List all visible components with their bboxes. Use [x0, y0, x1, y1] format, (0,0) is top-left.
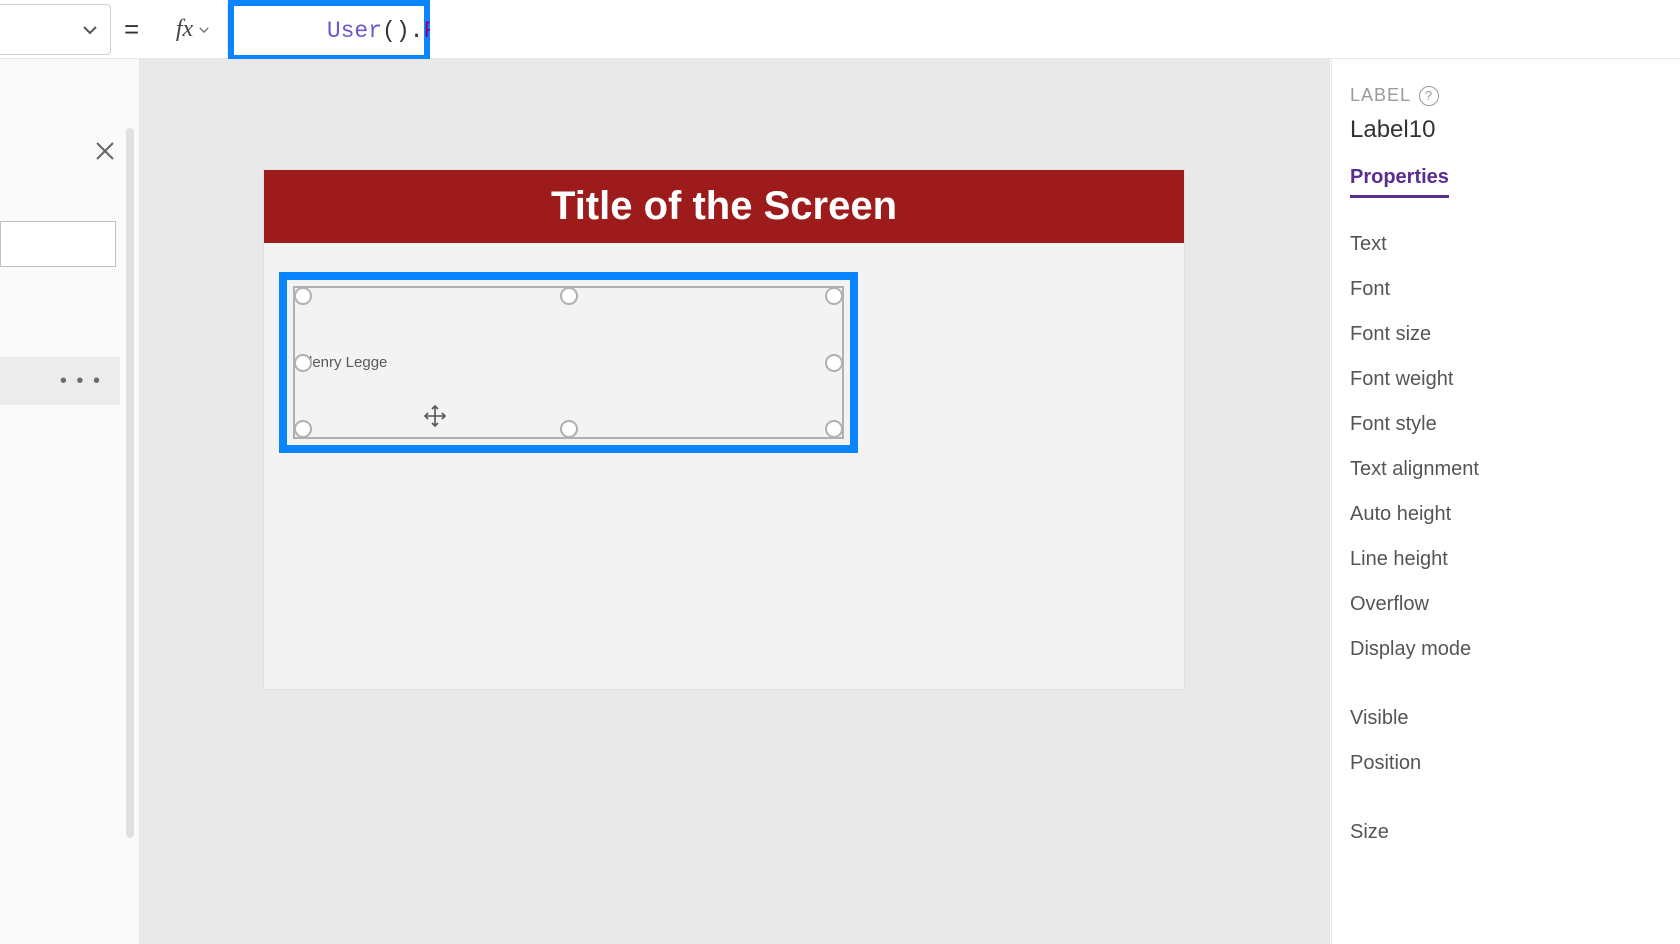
properties-list: Text Font Font size Font weight Font sty…: [1350, 222, 1680, 855]
panel-tabs: Properties: [1350, 166, 1680, 198]
tree-scrollbar[interactable]: [126, 128, 134, 838]
prop-overflow[interactable]: Overflow: [1350, 582, 1680, 627]
resize-handle-tl[interactable]: [294, 287, 312, 305]
resize-handle-tr[interactable]: [825, 287, 843, 305]
close-panel-button[interactable]: [88, 134, 122, 168]
canvas-area[interactable]: Title of the Screen lenry Legge: [140, 59, 1330, 944]
prop-position[interactable]: Position: [1350, 741, 1680, 786]
formula-bar-remainder[interactable]: [430, 4, 1680, 55]
formula-bar: = fx User().FullName: [0, 0, 1680, 59]
resize-handle-bm[interactable]: [560, 420, 578, 438]
prop-font-size[interactable]: Font size: [1350, 312, 1680, 357]
formula-token-parens: (): [382, 18, 410, 44]
panel-heading-row: LABEL ?: [1350, 85, 1680, 106]
resize-handle-mr[interactable]: [825, 354, 843, 372]
prop-text[interactable]: Text: [1350, 222, 1680, 267]
resize-handle-bl[interactable]: [294, 420, 312, 438]
prop-font[interactable]: Font: [1350, 267, 1680, 312]
tab-properties[interactable]: Properties: [1350, 166, 1449, 198]
prop-line-height[interactable]: Line height: [1350, 537, 1680, 582]
move-cursor-icon: [423, 404, 447, 428]
resize-handle-tm[interactable]: [560, 287, 578, 305]
prop-text-alignment[interactable]: Text alignment: [1350, 447, 1680, 492]
resize-handle-br[interactable]: [825, 420, 843, 438]
tree-search-input[interactable]: [0, 221, 116, 267]
resize-handle-ml[interactable]: [294, 354, 312, 372]
tree-view-panel: • • •: [0, 59, 140, 944]
formula-token-dot: .: [410, 18, 424, 44]
label-control[interactable]: lenry Legge: [293, 286, 844, 439]
chevron-down-icon: [80, 20, 100, 40]
tree-selected-row[interactable]: • • •: [0, 357, 120, 405]
prop-auto-height[interactable]: Auto height: [1350, 492, 1680, 537]
formula-token-user: User: [327, 18, 382, 44]
label-control-text: lenry Legge: [309, 354, 387, 371]
chevron-down-icon: [197, 23, 211, 37]
prop-font-style[interactable]: Font style: [1350, 402, 1680, 447]
help-icon[interactable]: ?: [1419, 86, 1439, 106]
close-icon: [93, 139, 117, 163]
prop-size[interactable]: Size: [1350, 810, 1680, 855]
screen-title-bar: Title of the Screen: [264, 170, 1184, 243]
screen-title-text: Title of the Screen: [551, 184, 897, 229]
prop-visible[interactable]: Visible: [1350, 696, 1680, 741]
prop-display-mode[interactable]: Display mode: [1350, 627, 1680, 672]
formula-input-highlight: User().FullName: [228, 0, 430, 61]
selected-label-highlight: lenry Legge: [279, 272, 858, 453]
fx-button[interactable]: fx: [160, 4, 228, 55]
fx-label: fx: [176, 16, 193, 43]
prop-font-weight[interactable]: Font weight: [1350, 357, 1680, 402]
properties-panel: LABEL ? Label10 Properties Text Font Fon…: [1331, 59, 1680, 944]
equals-sign: =: [124, 0, 139, 59]
panel-heading: LABEL: [1350, 85, 1411, 106]
property-dropdown[interactable]: [0, 4, 111, 55]
row-ellipsis: • • •: [60, 370, 102, 393]
selected-control-name: Label10: [1350, 116, 1680, 144]
